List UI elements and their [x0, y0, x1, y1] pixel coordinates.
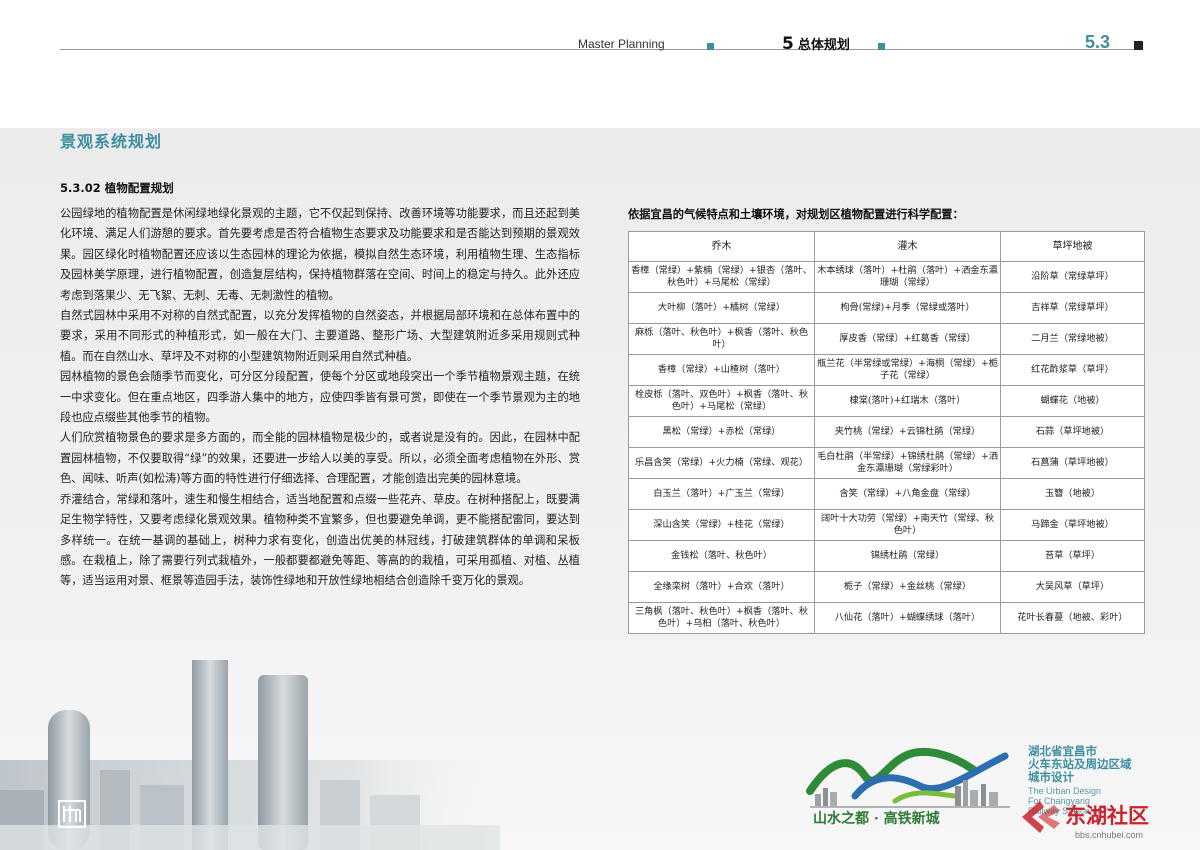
table-cell: 蝴蝶花（地被） — [1000, 385, 1145, 417]
table-cell: 栀子（常绿）+金丝桃（常绿） — [814, 571, 1001, 603]
table-cell: 黑松（常绿）+赤松（常绿） — [628, 416, 815, 448]
table-row: 白玉兰（落叶）+广玉兰（常绿） 含笑（常绿）+八角金盘（常绿） 玉簪（地被） — [628, 478, 1145, 510]
header-marker-square — [878, 43, 885, 50]
table-cell: 金钱松（落叶、秋色叶） — [628, 540, 815, 572]
table-cell: 石蒜（草坪地被） — [1000, 416, 1145, 448]
table-row: 乐昌含笑（常绿）+火力楠（常绿、观花） 毛白杜鹃（半常绿）+锦绣杜鹃（常绿）+洒金… — [628, 447, 1145, 479]
watermark-text: 东湖社区 — [1065, 804, 1149, 828]
table-cell: 夹竹桃（常绿）+云锦杜鹃（常绿） — [814, 416, 1001, 448]
table-row: 麻栎（落叶、秋色叶）+枫香（落叶、秋色叶） 厚皮香（常绿）+红葛香（常绿） 二月兰（… — [628, 323, 1145, 355]
project-title-line: 城市设计 — [1028, 770, 1074, 784]
watermark-logo-icon — [1022, 801, 1060, 833]
table-cell: 厚皮香（常绿）+红葛香（常绿） — [814, 323, 1001, 355]
table-row: 香樟（常绿）+紫楠（常绿）+银杏（落叶、秋色叶）+马尾松（常绿） 木本绣球（落叶）… — [628, 261, 1145, 293]
header-chapter: 5 总体规划 — [782, 34, 850, 54]
table-cell: 花叶长春蔓（地被、彩叶） — [1000, 602, 1145, 634]
chapter-title: 总体规划 — [797, 38, 850, 53]
paragraph: 人们欣赏植物景色的要求是多方面的，而全能的园林植物是极少的，或者说是没有的。因此… — [60, 431, 580, 486]
table-cell: 玉簪（地被） — [1000, 478, 1145, 510]
subsection-title: 5.3.02 植物配置规划 — [60, 181, 174, 195]
watermark-url: bbs.cnhubei.com — [1075, 830, 1144, 840]
project-slogan: 山水之都 · 高铁新城 — [813, 811, 940, 827]
header-end-square — [1134, 41, 1143, 50]
table-row: 香樟（常绿）+山楂树（落叶） 瓶兰花（半常绿或常绿）+海桐（常绿）+栀子花（常绿）… — [628, 354, 1145, 386]
table-cell: 含笑（常绿）+八角金盘（常绿） — [814, 478, 1001, 510]
table-cell: 二月兰（常绿地被） — [1000, 323, 1145, 355]
table-cell: 大叶柳（落叶）+橘树（常绿） — [628, 292, 815, 324]
table-cell: 枸骨(常绿)+月季（常绿或落叶） — [814, 292, 1001, 324]
table-intro: 依据宜昌的气候特点和土壤环境，对规划区植物配置进行科学配置： — [628, 208, 964, 221]
table-cell: 栓皮栎（落叶、双色叶）+枫香（落叶、秋色叶）+马尾松（常绿） — [628, 385, 815, 417]
header-groundcover: 草坪地被 — [1000, 231, 1145, 262]
table-header-row: 乔木 灌木 草坪地被 — [628, 231, 1145, 262]
table-cell: 全缘栾树（落叶）+合欢（落叶） — [628, 571, 815, 603]
table-cell: 瓶兰花（半常绿或常绿）+海桐（常绿）+栀子花（常绿） — [814, 354, 1001, 386]
table-row: 黑松（常绿）+赤松（常绿） 夹竹桃（常绿）+云锦杜鹃（常绿） 石蒜（草坪地被） — [628, 416, 1145, 448]
body-text: 公园绿地的植物配置是休闲绿地绿化景观的主题，它不仅起到保持、改善环境等功能要求，… — [60, 204, 580, 592]
table-row: 金钱松（落叶、秋色叶） 锦绣杜鹃（常绿） 苔草（草坪） — [628, 540, 1145, 572]
table-cell: 马蹄金（草坪地被） — [1000, 509, 1145, 541]
table-cell: 红花酢浆草（草坪） — [1000, 354, 1145, 386]
table-cell: 白玉兰（落叶）+广玉兰（常绿） — [628, 478, 815, 510]
project-title: 湖北省宜昌市 火车东站及周边区域 城市设计 — [1028, 745, 1132, 784]
table-cell: 苔草（草坪） — [1000, 540, 1145, 572]
table-cell: 香樟（常绿）+山楂树（落叶） — [628, 354, 815, 386]
page-header: Master Planning 5 总体规划 5.3 — [0, 0, 1200, 128]
table-cell: 阔叶十大功劳（常绿）+南天竹（常绿、秋色叶） — [814, 509, 1001, 541]
table-row: 栓皮栎（落叶、双色叶）+枫香（落叶、秋色叶）+马尾松（常绿） 棣棠(落叶)+红瑞木… — [628, 385, 1145, 417]
paragraph: 自然式园林中采用不对称的自然式配置，以充分发挥植物的自然姿态，并根据局部环境和在… — [60, 309, 580, 363]
table-cell: 深山含笑（常绿）+桂花（常绿） — [628, 509, 815, 541]
paragraph: 乔灌结合，常绿和落叶，速生和慢生相结合，适当地配置和点缀一些花卉、草皮。在树种搭… — [60, 492, 580, 588]
paragraph: 园林植物的景色会随季节而变化，可分区分段配置，使每个分区或地段突出一个季节植物景… — [60, 370, 580, 425]
table-row: 全缘栾树（落叶）+合欢（落叶） 栀子（常绿）+金丝桃（常绿） 大吴风草（草坪） — [628, 571, 1145, 603]
header-trees: 乔木 — [628, 231, 815, 262]
table-cell: 八仙花（落叶）+蝴蝶绣球（落叶） — [814, 602, 1001, 634]
header-marker-square — [707, 43, 714, 50]
table-cell: 石菖蒲（草坪地被） — [1000, 447, 1145, 479]
table-cell: 麻栎（落叶、秋色叶）+枫香（落叶、秋色叶） — [628, 323, 815, 355]
plant-configuration-table: 乔木 灌木 草坪地被 香樟（常绿）+紫楠（常绿）+银杏（落叶、秋色叶）+马尾松（… — [628, 231, 1145, 634]
project-english-line: The Urban Design — [1028, 786, 1102, 796]
table-cell: 锦绣杜鹃（常绿） — [814, 540, 1001, 572]
table-row: 深山含笑（常绿）+桂花（常绿） 阔叶十大功劳（常绿）+南天竹（常绿、秋色叶） 马蹄金… — [628, 509, 1145, 541]
section-title: 景观系统规划 — [60, 132, 163, 151]
page-number: 5.3 — [1085, 32, 1111, 52]
chapter-number: 5 — [782, 34, 794, 54]
table-row: 大叶柳（落叶）+橘树（常绿） 枸骨(常绿)+月季（常绿或落叶） 吉祥草（常绿草坪） — [628, 292, 1145, 324]
paragraph: 公园绿地的植物配置是休闲绿地绿化景观的主题，它不仅起到保持、改善环境等功能要求，… — [60, 207, 580, 302]
table-cell: 沿阶草（常绿草坪） — [1000, 261, 1145, 293]
table-cell: 三角枫（落叶、秋色叶）+枫香（落叶、秋色叶）+乌桕（落叶、秋色叶） — [628, 602, 815, 634]
table-cell: 木本绣球（落叶）+杜鹃（落叶）+洒金东瀛珊瑚（常绿） — [814, 261, 1001, 293]
table-row: 三角枫（落叶、秋色叶）+枫香（落叶、秋色叶）+乌桕（落叶、秋色叶） 八仙花（落叶）… — [628, 602, 1145, 634]
header-shrubs: 灌木 — [814, 231, 1001, 262]
table-cell: 乐昌含笑（常绿）+火力楠（常绿、观花） — [628, 447, 815, 479]
table-cell: 大吴风草（草坪） — [1000, 571, 1145, 603]
header-english-title: Master Planning — [578, 37, 665, 51]
table-cell: 吉祥草（常绿草坪） — [1000, 292, 1145, 324]
table-cell: 香樟（常绿）+紫楠（常绿）+银杏（落叶、秋色叶）+马尾松（常绿） — [628, 261, 815, 293]
table-cell: 棣棠(落叶)+红瑞木（落叶） — [814, 385, 1001, 417]
table-cell: 毛白杜鹃（半常绿）+锦绣杜鹃（常绿）+洒金东瀛珊瑚（常绿彩叶） — [814, 447, 1001, 479]
logo-emblem-icon — [58, 800, 86, 828]
